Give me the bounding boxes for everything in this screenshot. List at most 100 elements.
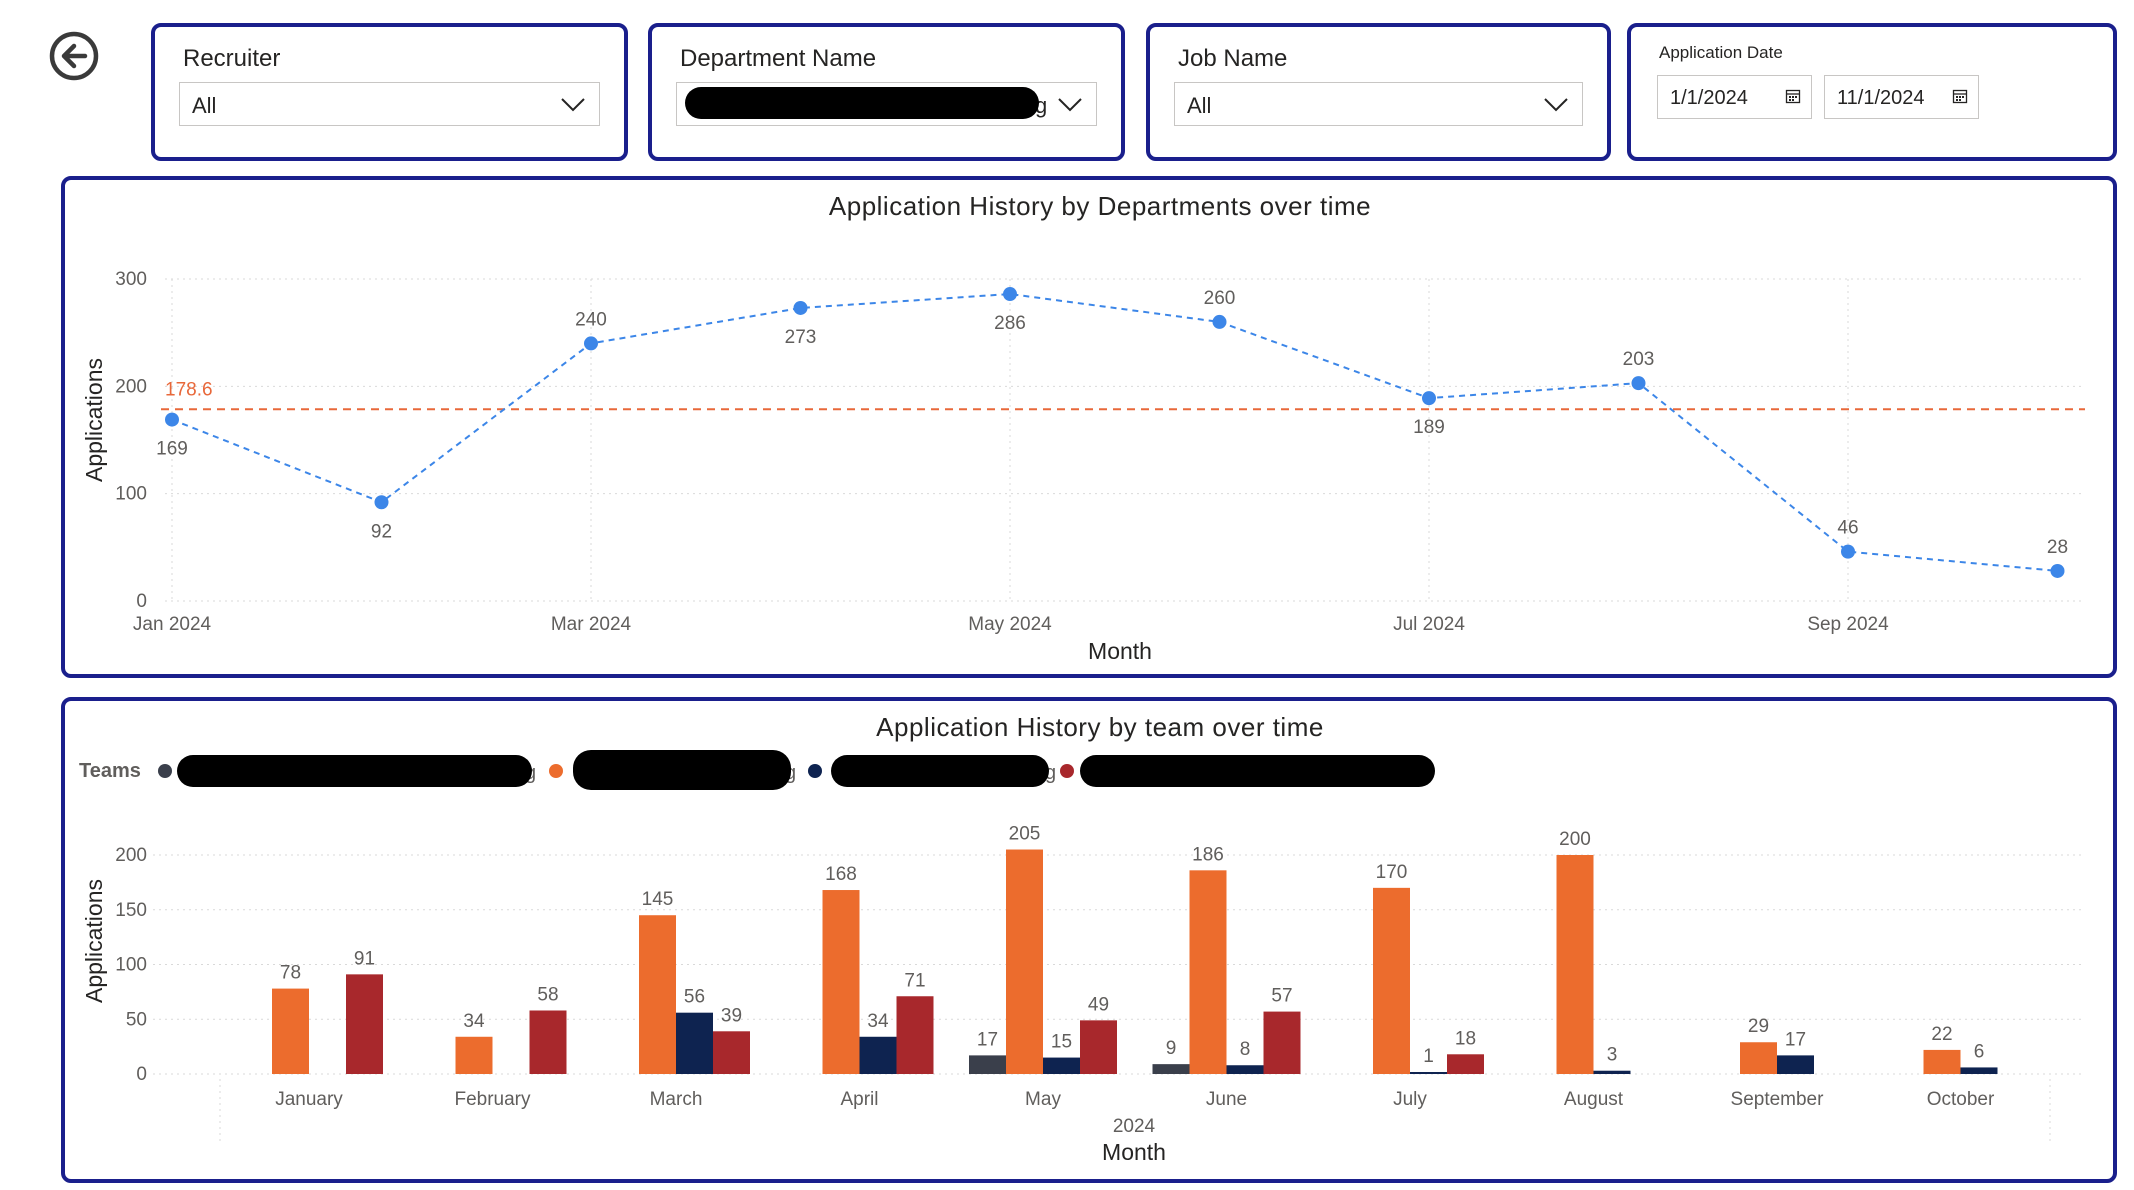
line-chart-x-tick: May 2024: [968, 614, 1052, 635]
legend-marker-team-1: [158, 764, 172, 778]
chevron-down-icon: [561, 98, 585, 112]
bar-data-label: 8: [1240, 1039, 1251, 1060]
bar[interactable]: [1263, 1011, 1301, 1074]
line-chart-x-tick: Jul 2024: [1393, 614, 1465, 635]
bar-data-label: 168: [825, 864, 857, 885]
bar-data-label: 34: [463, 1011, 485, 1032]
bar[interactable]: [639, 915, 676, 1074]
line-chart-x-tick: Sep 2024: [1807, 614, 1889, 635]
bar[interactable]: [1960, 1067, 1998, 1074]
bar[interactable]: [1152, 1064, 1190, 1074]
bar[interactable]: [859, 1036, 897, 1074]
bar[interactable]: [1373, 887, 1410, 1074]
bar-data-label: 34: [867, 1011, 889, 1032]
bar-chart-x-tick: March: [650, 1089, 703, 1110]
department-dropdown[interactable]: g: [676, 82, 1097, 126]
bar[interactable]: [1740, 1042, 1777, 1074]
bar-chart-x-tick: February: [454, 1089, 531, 1110]
bar-data-label: 22: [1931, 1024, 1952, 1045]
bar-chart-x-tick: April: [840, 1089, 878, 1110]
data-point[interactable]: [374, 495, 389, 510]
bar-chart-x-tick: October: [1927, 1089, 1995, 1110]
bar-data-label: 78: [280, 963, 301, 984]
bar[interactable]: [346, 974, 383, 1074]
recruiter-slicer-title: Recruiter: [183, 45, 281, 72]
line-chart-x-tick: Mar 2024: [551, 614, 632, 635]
bar[interactable]: [1447, 1054, 1484, 1074]
bar[interactable]: [1777, 1055, 1814, 1074]
bar[interactable]: [1556, 855, 1594, 1074]
data-label: 260: [1204, 288, 1236, 309]
bar-data-label: 56: [684, 987, 705, 1008]
bar-chart-x-tick: May: [1025, 1089, 1061, 1110]
data-label: 286: [994, 313, 1026, 334]
redacted-legend-label: [831, 755, 1049, 787]
data-label: 92: [371, 521, 392, 542]
bar-chart-x-tick: June: [1206, 1089, 1247, 1110]
bar-data-label: 186: [1192, 844, 1224, 865]
back-button[interactable]: [47, 29, 101, 83]
bar-chart-x-tick: July: [1393, 1089, 1427, 1110]
line-chart-y-tick: 200: [115, 376, 147, 397]
calendar-icon[interactable]: [1952, 88, 1968, 104]
data-point[interactable]: [1003, 287, 1017, 302]
chevron-down-icon: [1058, 98, 1082, 112]
bar[interactable]: [969, 1055, 1006, 1074]
bar-data-label: 58: [537, 984, 558, 1005]
bar[interactable]: [1410, 1072, 1447, 1074]
data-point[interactable]: [2050, 563, 2065, 578]
calendar-icon[interactable]: [1785, 88, 1801, 104]
bar-chart-y-tick: 100: [115, 955, 147, 976]
average-line-label: 178.6: [165, 379, 213, 400]
bar-data-label: 49: [1088, 994, 1109, 1015]
data-label: 273: [785, 327, 817, 348]
bar[interactable]: [529, 1010, 567, 1074]
bar[interactable]: [1226, 1065, 1264, 1074]
department-slicer-title: Department Name: [680, 45, 877, 72]
bar[interactable]: [1006, 849, 1043, 1074]
start-date-input[interactable]: 1/1/2024: [1657, 75, 1812, 119]
bar[interactable]: [1080, 1020, 1117, 1074]
job-dropdown[interactable]: All: [1174, 82, 1583, 126]
end-date-value: 11/1/2024: [1837, 87, 1925, 109]
bar[interactable]: [896, 996, 934, 1074]
bar-data-label: 18: [1455, 1028, 1476, 1049]
data-point[interactable]: [584, 336, 598, 351]
data-point[interactable]: [793, 300, 808, 315]
bar[interactable]: [272, 988, 309, 1074]
bar-chart-y-axis-title: Applications: [81, 879, 107, 1003]
bar[interactable]: [676, 1012, 713, 1074]
team-history-chart-panel: Application History by team over time Te…: [61, 697, 2117, 1183]
application-date-title: Application Date: [1659, 43, 1783, 62]
start-date-value: 1/1/2024: [1670, 87, 1748, 109]
data-point[interactable]: [1631, 376, 1646, 391]
end-date-input[interactable]: 11/1/2024: [1824, 75, 1979, 119]
bar-data-label: 200: [1559, 829, 1591, 850]
data-point[interactable]: [165, 412, 179, 427]
bar[interactable]: [822, 890, 860, 1074]
bar-data-label: 1: [1423, 1046, 1434, 1067]
bar[interactable]: [1043, 1057, 1080, 1074]
data-label: 46: [1837, 518, 1858, 539]
data-point[interactable]: [1841, 544, 1855, 559]
team-history-bar-chart[interactable]: Application History by team over time Te…: [65, 701, 2121, 1187]
redacted-department-value: [685, 87, 1039, 119]
bar-chart-x-tick: September: [1731, 1089, 1825, 1110]
bar-data-label: 9: [1166, 1038, 1177, 1059]
bar[interactable]: [713, 1031, 750, 1074]
department-history-line-chart[interactable]: Application History by Departments over …: [65, 180, 2121, 682]
data-point[interactable]: [1212, 314, 1227, 329]
job-slicer-title: Job Name: [1178, 45, 1288, 72]
data-label: 189: [1413, 417, 1445, 438]
line-chart-y-tick: 300: [115, 269, 147, 290]
department-history-chart-panel: Application History by Departments over …: [61, 176, 2117, 678]
bar[interactable]: [1189, 870, 1227, 1074]
bar[interactable]: [455, 1036, 493, 1074]
recruiter-dropdown[interactable]: All: [179, 82, 600, 126]
bar[interactable]: [1593, 1070, 1631, 1074]
data-point[interactable]: [1422, 391, 1436, 406]
bar[interactable]: [1923, 1049, 1961, 1074]
redacted-legend-label: [177, 755, 532, 787]
back-arrow-circle-icon: [49, 31, 99, 81]
bar-data-label: 71: [904, 970, 925, 991]
